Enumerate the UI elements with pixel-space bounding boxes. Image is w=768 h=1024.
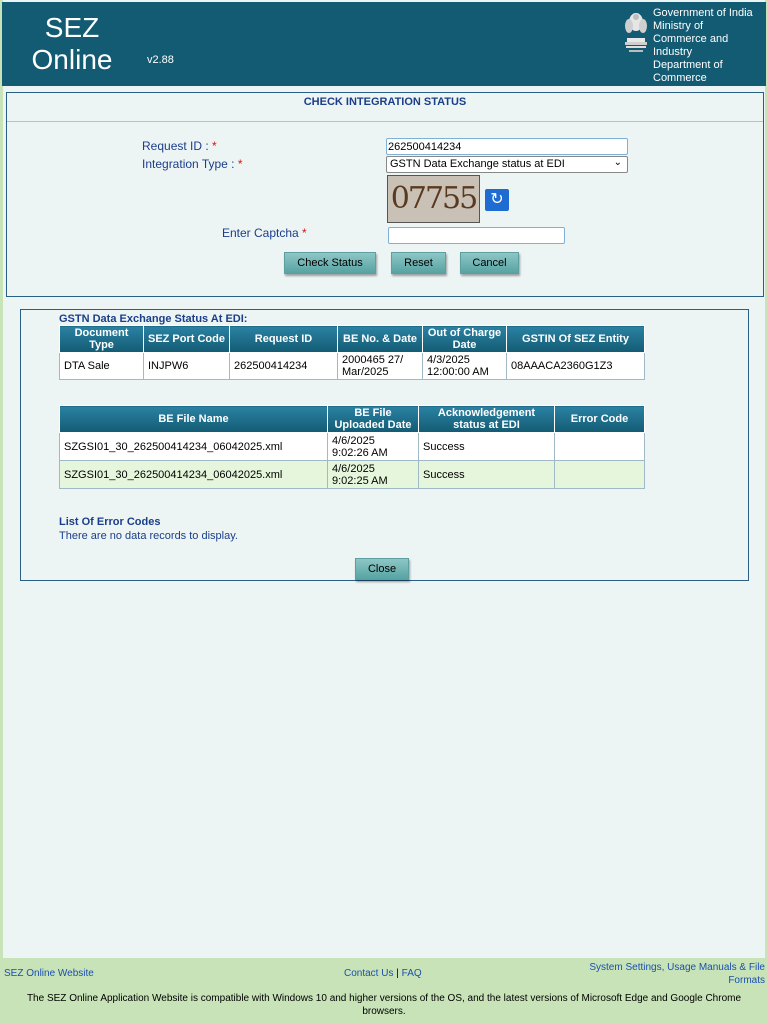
table-cell	[554, 460, 645, 489]
column-header: BE File Uploaded Date	[327, 405, 419, 433]
integration-type-label: Integration Type : *	[142, 157, 243, 171]
ministry-text: Government of India Ministry of Commerce…	[653, 7, 765, 85]
contact-links: Contact Us | FAQ	[344, 968, 422, 979]
gov-line: Commerce	[653, 72, 707, 84]
table-cell: SZGSI01_30_262500414234_06042025.xml	[59, 432, 328, 461]
table-cell: 4/3/2025 12:00:00 AM	[422, 352, 507, 380]
required-mark: *	[302, 226, 307, 240]
table-cell: DTA Sale	[59, 352, 144, 380]
section-title: GSTN Data Exchange Status At EDI:	[59, 313, 248, 325]
column-header: SEZ Port Code	[143, 325, 230, 353]
column-header: Out of Charge Date	[422, 325, 507, 353]
column-header: Acknowledgement status at EDI	[418, 405, 555, 433]
integration-type-select[interactable]: GSTN Data Exchange status at EDI ⌄	[386, 156, 628, 173]
table-row: SZGSI01_30_262500414234_06042025.xml 4/6…	[59, 460, 645, 489]
required-mark: *	[212, 139, 217, 153]
brand-line2: Online	[31, 44, 113, 75]
table-cell: 262500414234	[229, 352, 338, 380]
table-cell: Success	[418, 460, 555, 489]
no-records-text: There are no data records to display.	[59, 530, 238, 542]
gov-line: Department of	[653, 59, 723, 71]
table-header-row: Document Type SEZ Port Code Request ID B…	[59, 325, 645, 353]
column-header: BE No. & Date	[337, 325, 423, 353]
compatibility-note: The SEZ Online Application Website is co…	[26, 993, 742, 1017]
reset-button[interactable]: Reset	[391, 252, 446, 274]
gov-line: Industry	[653, 46, 693, 58]
status-table: Document Type SEZ Port Code Request ID B…	[59, 325, 645, 380]
app-header: SEZ Online v2.88 Government of India Min…	[2, 2, 766, 86]
faq-link[interactable]: FAQ	[402, 968, 422, 979]
close-button[interactable]: Close	[355, 558, 409, 580]
check-status-button[interactable]: Check Status	[284, 252, 376, 274]
contact-us-link[interactable]: Contact Us	[344, 968, 393, 979]
request-id-label-text: Request ID :	[142, 139, 213, 153]
table-cell: 08AAACA2360G1Z3	[506, 352, 645, 380]
brand-line1: SEZ	[44, 12, 100, 43]
table-cell: 2000465 27/ Mar/2025	[337, 352, 423, 380]
integration-type-value: GSTN Data Exchange status at EDI	[390, 158, 565, 170]
table-cell: INJPW6	[143, 352, 230, 380]
gov-line: Commerce and	[653, 33, 729, 45]
system-link-line: System Settings, Usage Manuals & File	[589, 962, 765, 973]
column-header: Document Type	[59, 325, 144, 353]
cancel-button[interactable]: Cancel	[460, 252, 519, 274]
file-upload-table: BE File Name BE File Uploaded Date Ackno…	[59, 405, 645, 489]
request-id-input[interactable]	[386, 138, 628, 155]
captcha-label-text: Enter Captcha	[222, 226, 303, 240]
gov-line: Ministry of	[653, 20, 704, 32]
table-header-row: BE File Name BE File Uploaded Date Ackno…	[59, 405, 645, 433]
table-cell: 4/6/2025 9:02:26 AM	[327, 432, 419, 461]
column-header: Error Code	[554, 405, 645, 433]
captcha-label: Enter Captcha *	[222, 226, 307, 240]
check-integration-panel: CHECK INTEGRATION STATUS Request ID : * …	[6, 92, 764, 297]
brand-logo[interactable]: SEZ Online	[26, 12, 118, 76]
integration-type-label-text: Integration Type :	[142, 157, 238, 171]
national-emblem-icon	[625, 13, 647, 52]
gov-line: Government of India	[653, 7, 753, 19]
column-header: GSTIN Of SEZ Entity	[506, 325, 645, 353]
system-settings-link[interactable]: System Settings, Usage Manuals & File Fo…	[560, 961, 765, 987]
table-row: SZGSI01_30_262500414234_06042025.xml 4/6…	[59, 432, 645, 461]
error-codes-title: List Of Error Codes	[59, 516, 161, 528]
table-cell: Success	[418, 432, 555, 461]
table-row: DTA Sale INJPW6 262500414234 2000465 27/…	[59, 352, 645, 380]
refresh-captcha-icon[interactable]: ↻	[485, 189, 509, 211]
chevron-down-icon: ⌄	[613, 157, 622, 168]
table-cell: 4/6/2025 9:02:25 AM	[327, 460, 419, 489]
request-id-label: Request ID : *	[142, 139, 217, 153]
system-link-line: Formats	[728, 975, 765, 986]
table-cell	[554, 432, 645, 461]
table-cell: SZGSI01_30_262500414234_06042025.xml	[59, 460, 328, 489]
link-separator: |	[396, 968, 399, 979]
captcha-image: 07755	[387, 175, 480, 223]
captcha-input[interactable]	[388, 227, 565, 244]
result-panel: GSTN Data Exchange Status At EDI: Docume…	[20, 309, 749, 581]
column-header: Request ID	[229, 325, 338, 353]
panel-title: CHECK INTEGRATION STATUS	[7, 93, 763, 122]
footer: SEZ Online Website Contact Us | FAQ Syst…	[0, 958, 768, 1024]
required-mark: *	[237, 157, 243, 171]
sez-website-link[interactable]: SEZ Online Website	[4, 968, 94, 979]
column-header: BE File Name	[59, 405, 328, 433]
version-label: v2.88	[147, 54, 174, 66]
